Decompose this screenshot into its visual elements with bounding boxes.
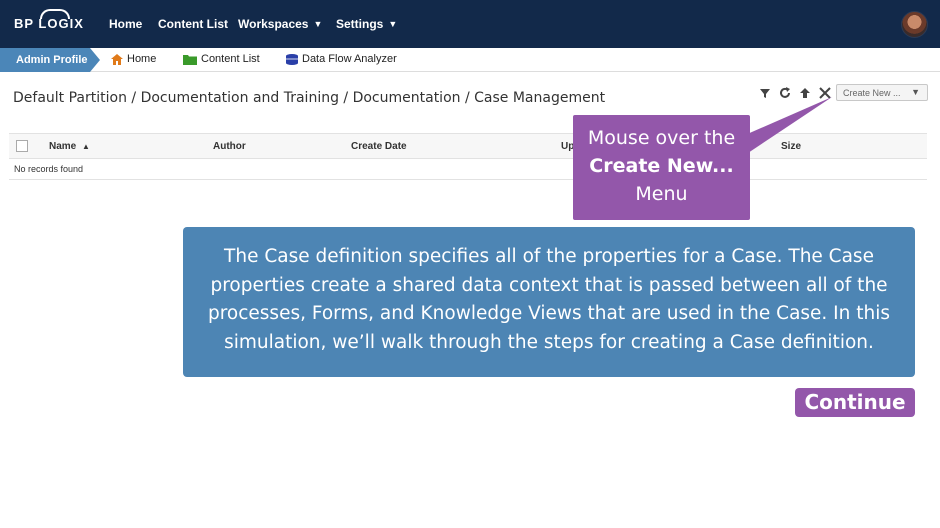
- admin-profile-label: Admin Profile: [16, 54, 88, 66]
- select-all-checkbox[interactable]: [16, 140, 28, 152]
- column-header-create-date[interactable]: Create Date: [351, 141, 407, 152]
- crumb-home-label: Home: [127, 53, 157, 65]
- database-icon: [286, 53, 298, 65]
- nav-content-list[interactable]: Content List: [158, 17, 228, 31]
- folder-icon: [183, 54, 197, 65]
- nav-settings[interactable]: Settings ▼: [336, 17, 397, 31]
- table-header: Name ▲ Author Create Date Up Size: [9, 133, 927, 159]
- column-header-author[interactable]: Author: [213, 141, 246, 152]
- bp-logix-logo: BP LOGIX: [14, 16, 84, 31]
- secondary-bar: Admin Profile Home Content List Data Flo…: [0, 48, 940, 72]
- empty-table-message: No records found: [14, 164, 84, 174]
- nav-workspaces[interactable]: Workspaces ▼: [238, 17, 322, 31]
- admin-profile-tab[interactable]: Admin Profile: [0, 48, 100, 72]
- create-new-dropdown[interactable]: Create New ... ▼: [836, 84, 928, 101]
- callout-line-3: Menu: [635, 183, 688, 205]
- tools-icon[interactable]: [819, 87, 831, 99]
- continue-button[interactable]: Continue: [795, 388, 915, 417]
- column-name-label: Name: [49, 141, 77, 152]
- info-panel: The Case definition specifies all of the…: [183, 227, 915, 377]
- folder-path: Default Partition / Documentation and Tr…: [13, 90, 606, 106]
- nav-settings-label: Settings: [336, 17, 384, 31]
- crumb-content-list-label: Content List: [201, 53, 260, 65]
- chevron-down-icon: ▼: [388, 19, 398, 29]
- create-new-label: Create New ...: [843, 88, 901, 98]
- refresh-icon[interactable]: [779, 87, 791, 99]
- crumb-data-flow-analyzer[interactable]: Data Flow Analyzer: [286, 53, 397, 65]
- chevron-down-icon: ▼: [313, 19, 323, 29]
- crumb-home[interactable]: Home: [111, 53, 156, 65]
- nav-home[interactable]: Home: [109, 17, 142, 31]
- nav-workspaces-label: Workspaces: [238, 17, 309, 31]
- callout-line-1: Mouse over the: [587, 127, 736, 149]
- up-arrow-icon[interactable]: [799, 87, 811, 99]
- callout-line-2: Create New...: [589, 155, 734, 177]
- user-avatar[interactable]: [901, 11, 928, 38]
- nav-home-label: Home: [109, 17, 143, 31]
- filter-icon[interactable]: [759, 87, 771, 99]
- column-header-name[interactable]: Name ▲: [49, 141, 90, 152]
- table-divider: [9, 179, 927, 180]
- chevron-down-icon: ▼: [911, 87, 920, 97]
- sort-ascending-icon: ▲: [82, 142, 90, 151]
- home-icon: [111, 53, 123, 65]
- crumb-data-flow-analyzer-label: Data Flow Analyzer: [302, 53, 397, 65]
- column-header-size[interactable]: Size: [781, 141, 801, 152]
- nav-content-list-label: Content List: [158, 17, 228, 31]
- mouse-over-callout: Mouse over the Create New... Menu: [573, 115, 750, 220]
- top-nav-bar: BP LOGIX Home Content List Workspaces ▼ S…: [0, 0, 940, 48]
- crumb-content-list[interactable]: Content List: [183, 53, 260, 65]
